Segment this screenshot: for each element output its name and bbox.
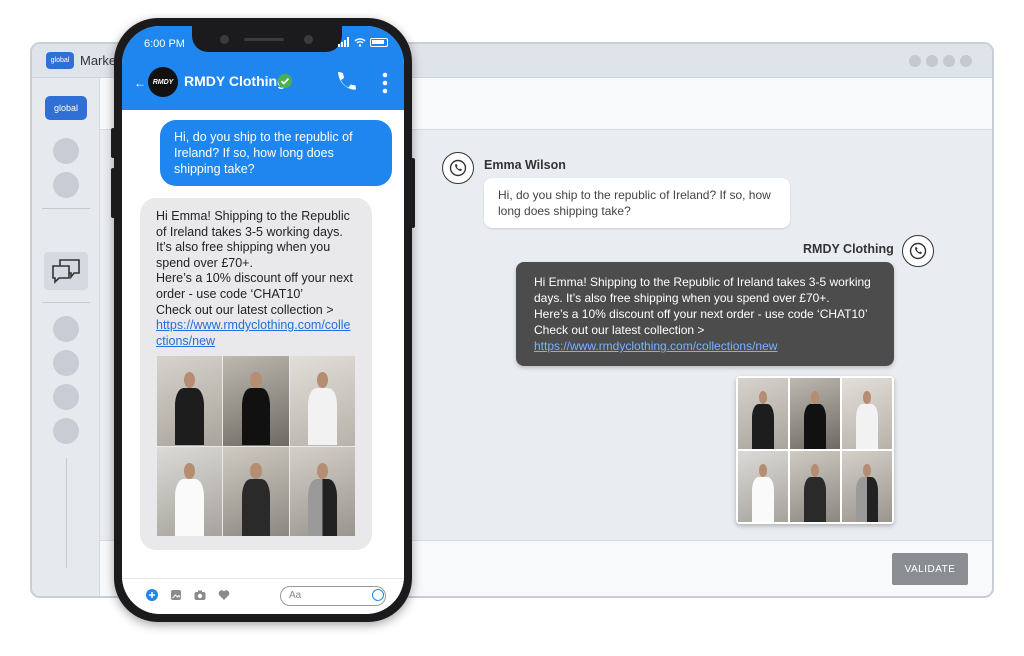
back-icon[interactable]: ←	[134, 76, 146, 90]
product-photo	[289, 356, 355, 446]
app-logo: global	[46, 52, 74, 69]
product-photo	[289, 446, 355, 536]
sidebar-item[interactable]	[53, 418, 79, 444]
product-photo	[790, 451, 840, 522]
sidebar-item[interactable]	[53, 138, 79, 164]
product-photo	[157, 356, 223, 446]
contact-avatar[interactable]: RMDY	[148, 67, 178, 97]
phone-icon[interactable]	[334, 70, 356, 94]
contact-name[interactable]: RMDY Clothing	[184, 73, 286, 89]
business-name: RMDY Clothing	[803, 242, 894, 256]
reply-line: Hi Emma! Shipping to the Republic of Ire…	[534, 275, 871, 305]
product-collage[interactable]	[736, 376, 894, 524]
product-photo	[738, 451, 788, 522]
chat-header: ← RMDY RMDY Clothing	[122, 58, 404, 110]
sidebar-item[interactable]	[53, 350, 79, 376]
window-dot[interactable]	[926, 55, 938, 67]
reply-link[interactable]: https://www.rmdyclothing.com/collections…	[534, 338, 876, 354]
heart-icon[interactable]	[218, 589, 230, 601]
product-photo	[842, 451, 892, 522]
product-photo	[842, 378, 892, 449]
incoming-line: Here’s a 10% discount off your next orde…	[156, 271, 353, 301]
product-photo	[738, 378, 788, 449]
window-dot[interactable]	[960, 55, 972, 67]
chat-area: Hi, do you ship to the republic of Irela…	[122, 110, 404, 578]
battery-icon	[370, 37, 388, 47]
sidebar-divider	[42, 208, 90, 209]
incoming-link[interactable]: https://www.rmdyclothing.com/collections…	[156, 318, 356, 349]
window-controls	[909, 55, 972, 67]
phone-side-button	[111, 168, 115, 218]
phone-screen: 6:00 PM ← RMDY RMDY Clothing Hi, do you …	[122, 26, 404, 614]
camera-dot	[220, 35, 229, 44]
sidebar-item[interactable]	[53, 172, 79, 198]
image-icon[interactable]	[170, 589, 182, 601]
status-time: 6:00 PM	[144, 38, 185, 50]
wifi-icon	[354, 38, 366, 47]
product-photo	[157, 446, 223, 536]
chat-icon	[52, 259, 80, 284]
reply-message: Hi Emma! Shipping to the Republic of Ire…	[516, 262, 894, 366]
more-icon[interactable]	[382, 72, 388, 94]
smile-icon[interactable]	[372, 589, 384, 601]
sidebar-item-chat[interactable]	[44, 252, 88, 290]
status-bar: 6:00 PM	[122, 26, 404, 58]
customer-message: Hi, do you ship to the republic of Irela…	[484, 178, 790, 228]
speaker-bar	[244, 38, 284, 41]
phone-notch	[192, 26, 342, 52]
window-dot[interactable]	[943, 55, 955, 67]
incoming-line: Check out our latest collection >	[156, 302, 334, 317]
sidebar-item[interactable]	[53, 384, 79, 410]
whatsapp-icon	[902, 235, 934, 267]
stage: global Market global VALIDATE Emma Wilso…	[0, 0, 1024, 656]
validate-button[interactable]: VALIDATE	[892, 553, 968, 585]
verified-icon	[278, 74, 292, 88]
signal-icon	[338, 37, 349, 47]
camera-icon[interactable]	[194, 589, 206, 601]
sidebar-logo[interactable]: global	[45, 96, 87, 120]
camera-dot	[304, 35, 313, 44]
incoming-line: It’s also free shipping when you spend o…	[156, 240, 331, 270]
reply-line: Here’s a 10% discount off your next orde…	[534, 307, 868, 321]
sidebar-divider	[42, 302, 90, 303]
message-input-bar: Aa	[122, 578, 404, 614]
status-icons	[338, 37, 388, 47]
whatsapp-icon	[442, 152, 474, 184]
reply-line: Check out our latest collection >	[534, 323, 705, 337]
product-photo	[790, 378, 840, 449]
message-input[interactable]: Aa	[280, 586, 386, 606]
outgoing-message: Hi, do you ship to the republic of Irela…	[160, 120, 392, 186]
customer-name: Emma Wilson	[484, 158, 566, 172]
phone-mockup: 6:00 PM ← RMDY RMDY Clothing Hi, do you …	[111, 18, 415, 622]
sidebar-item[interactable]	[53, 316, 79, 342]
plus-icon[interactable]	[146, 589, 158, 601]
product-collage[interactable]	[157, 356, 355, 536]
sidebar-line	[66, 458, 67, 568]
window-dot[interactable]	[909, 55, 921, 67]
product-photo	[223, 446, 289, 536]
incoming-message: Hi Emma! Shipping to the Republic of Ire…	[140, 198, 372, 550]
phone-side-button	[111, 128, 115, 158]
phone-side-button	[411, 158, 415, 228]
product-photo	[223, 356, 289, 446]
sidebar: global	[32, 78, 100, 596]
incoming-line: Hi Emma! Shipping to the Republic of Ire…	[156, 209, 350, 239]
